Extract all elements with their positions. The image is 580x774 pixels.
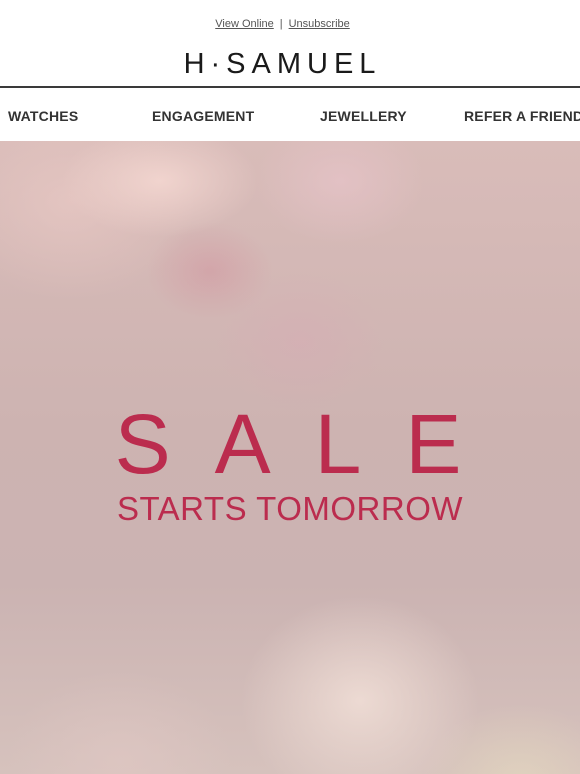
sale-title: SALE <box>114 397 506 491</box>
header-divider <box>0 86 580 88</box>
main-nav: WATCHES ENGAGEMENT JEWELLERY REFER A FRI… <box>0 108 580 126</box>
link-separator: | <box>279 18 283 30</box>
hero-banner[interactable]: SALE STARTS TOMORROW <box>0 141 580 774</box>
sale-subtitle: STARTS TOMORROW <box>116 490 464 527</box>
nav-item-refer-a-friend[interactable]: REFER A FRIEND <box>464 108 580 124</box>
nav-item-jewellery[interactable]: JEWELLERY <box>320 108 407 124</box>
unsubscribe-link[interactable]: Unsubscribe <box>289 18 350 30</box>
view-online-link[interactable]: View Online <box>215 18 274 30</box>
top-links: View Online | Unsubscribe <box>0 17 565 31</box>
nav-item-engagement[interactable]: ENGAGEMENT <box>152 108 254 124</box>
nav-item-watches[interactable]: WATCHES <box>8 108 78 124</box>
brand-logo[interactable]: H·SAMUEL <box>0 47 565 81</box>
